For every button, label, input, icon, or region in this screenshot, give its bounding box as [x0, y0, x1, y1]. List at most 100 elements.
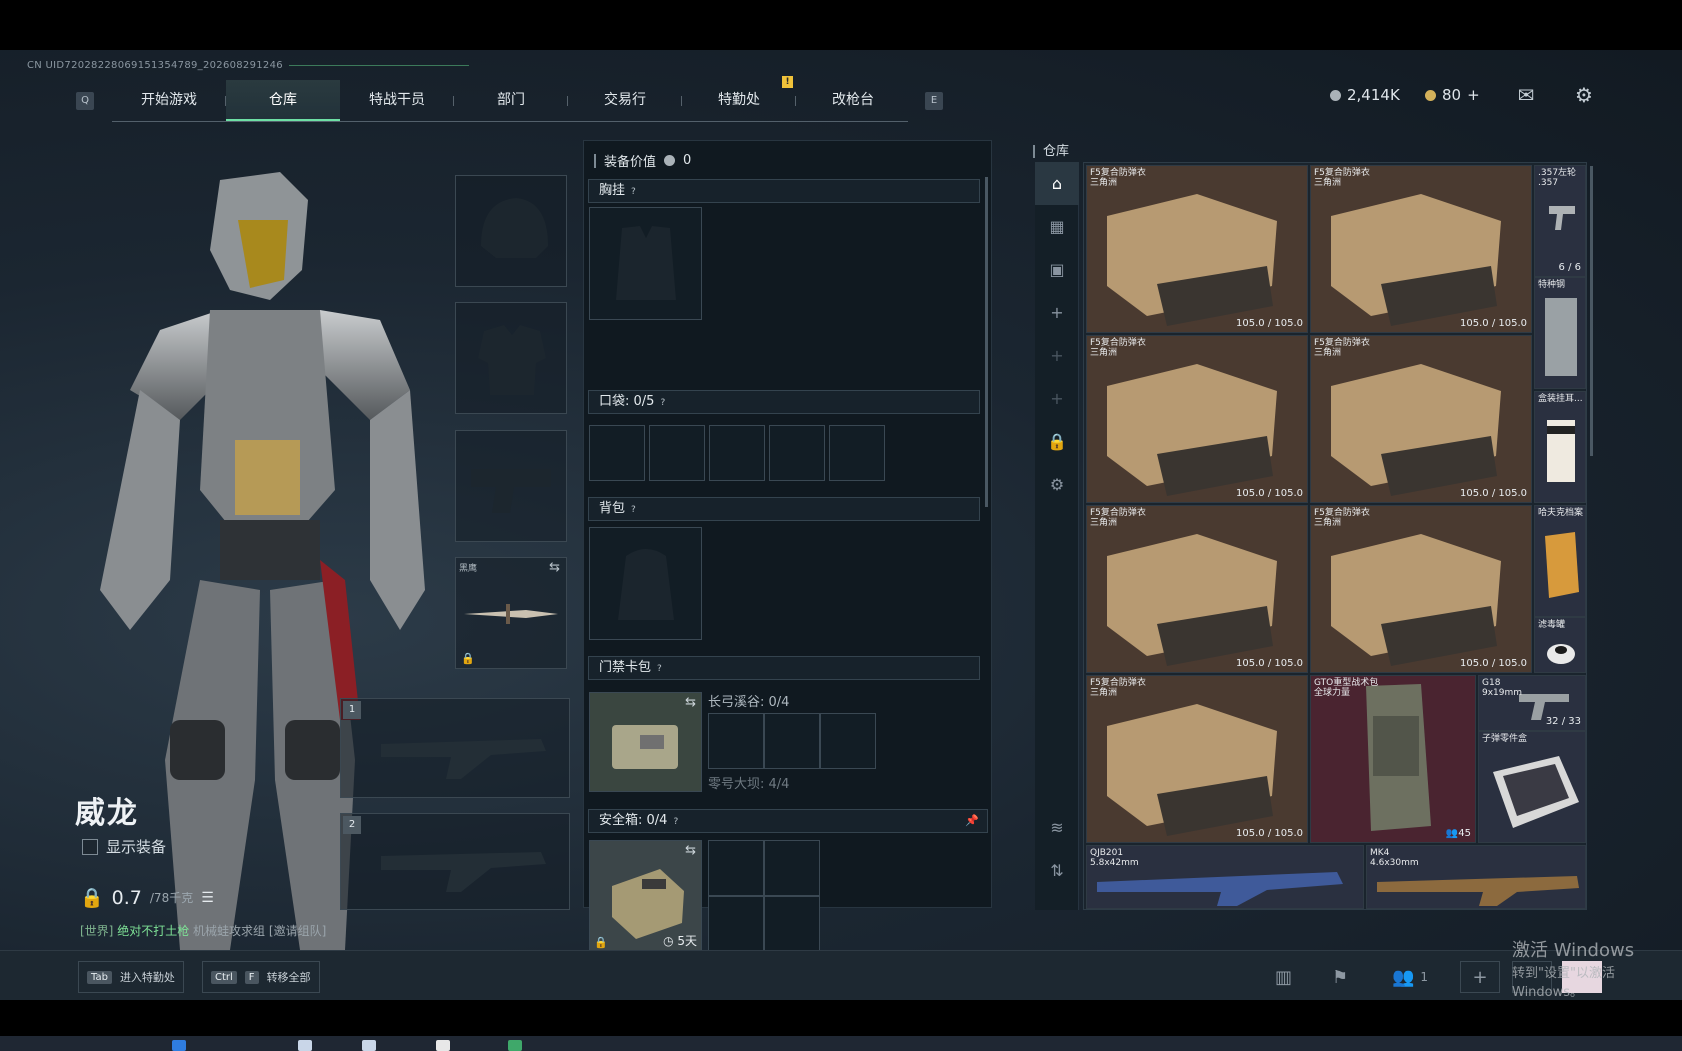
storage-item[interactable]: 特种钢: [1534, 277, 1586, 389]
tab-storage[interactable]: 仓库: [226, 80, 340, 121]
premium-balance[interactable]: 80 +: [1425, 86, 1480, 104]
storage-item[interactable]: 子弹零件盒: [1478, 731, 1586, 843]
body-armor-icon: [1107, 364, 1277, 496]
safe-box-grid-cell[interactable]: [708, 896, 764, 952]
mail-icon[interactable]: ✉: [1514, 84, 1538, 106]
safe-box-grid-cell[interactable]: [764, 840, 820, 896]
storage-item[interactable]: 滤毒罐: [1534, 617, 1586, 673]
backpack-slot[interactable]: [589, 527, 702, 640]
add-storage-tab-icon[interactable]: +: [1035, 291, 1079, 334]
keycard-slot[interactable]: [820, 713, 876, 769]
enter-special-ops-hint[interactable]: Tab 进入特勤处: [78, 961, 184, 993]
taskbar-app-icon[interactable]: [172, 1040, 186, 1051]
nav-prev-key[interactable]: Q: [76, 92, 94, 110]
safe-box-grid-cell[interactable]: [764, 896, 820, 952]
tab-operators[interactable]: 特战干员: [340, 80, 454, 121]
flag-icon[interactable]: ⚑: [1332, 961, 1348, 993]
primary-weapon-slot-1[interactable]: 1: [340, 698, 570, 798]
friends-icon[interactable]: 👥 1: [1392, 961, 1428, 993]
storage-item[interactable]: F5复合防弹衣 三角洲 105.0 / 105.0: [1086, 165, 1308, 333]
storage-tab-2-icon[interactable]: ▦: [1035, 205, 1079, 248]
safe-box-grid-cell[interactable]: [708, 840, 764, 896]
add-storage-tab-icon[interactable]: +: [1035, 377, 1079, 420]
taskbar-app-icon[interactable]: [298, 1040, 312, 1051]
help-icon[interactable]: ?: [631, 187, 636, 197]
primary-weapon-slot-2[interactable]: 2: [340, 813, 570, 910]
helmet-slot[interactable]: [455, 175, 567, 287]
pocket-slot[interactable]: [769, 425, 825, 481]
storage-home-icon[interactable]: ⌂: [1035, 162, 1079, 205]
pocket-slot[interactable]: [649, 425, 705, 481]
nav-next-key[interactable]: E: [925, 92, 943, 110]
swap-icon[interactable]: ⇆: [685, 843, 696, 858]
loadout-scrollbar[interactable]: [985, 177, 988, 507]
storage-item[interactable]: QJB201 5.8x42mm: [1086, 845, 1364, 909]
safe-box-slot[interactable]: ⇆ 🔒 ◷ 5天: [589, 840, 702, 953]
file-folder-icon: [1545, 532, 1579, 598]
sort-icon[interactable]: ⇅: [1035, 849, 1079, 892]
game-screen: CN UID72028228069151354789_202608291246 …: [0, 50, 1682, 1000]
storage-item[interactable]: F5复合防弹衣 三角洲 105.0 / 105.0: [1310, 165, 1532, 333]
help-icon[interactable]: ?: [673, 817, 678, 827]
tab-department[interactable]: 部门: [454, 80, 568, 121]
pistol-slot[interactable]: [455, 430, 567, 542]
chest-rig-slot[interactable]: [589, 207, 702, 320]
storage-item[interactable]: F5复合防弹衣 三角洲 105.0 / 105.0: [1086, 335, 1308, 503]
add-squad-button[interactable]: +: [1460, 961, 1500, 993]
add-currency-button[interactable]: +: [1467, 86, 1480, 104]
taskbar-app-icon[interactable]: [508, 1040, 522, 1051]
settings-gear-icon[interactable]: ⚙: [1035, 463, 1079, 506]
uid-label: CN UID72028228069151354789_202608291246: [27, 60, 469, 71]
melee-slot[interactable]: 黑鹰 ⇆ 🔒: [455, 557, 567, 669]
body-armor-icon: [1107, 534, 1277, 666]
transfer-all-hint[interactable]: Ctrl F 转移全部: [202, 961, 320, 993]
vest-silhouette-icon: [616, 226, 676, 300]
storage-item[interactable]: F5复合防弹衣 三角洲 105.0 / 105.0: [1310, 505, 1532, 673]
carry-weight: 🔒 0.7/78千克 ☰: [80, 886, 214, 910]
help-icon[interactable]: ?: [657, 664, 662, 674]
pocket-slot[interactable]: [589, 425, 645, 481]
taskbar-app-icon[interactable]: [436, 1040, 450, 1051]
help-icon[interactable]: ?: [631, 505, 636, 515]
coffee-box-icon: [1547, 420, 1575, 482]
list-icon[interactable]: ☰: [201, 890, 214, 906]
keycard-case-slot[interactable]: ⇆: [589, 692, 702, 792]
storage-item[interactable]: .357左轮 .357 6 / 6: [1534, 165, 1586, 277]
pin-icon[interactable]: 📌: [965, 810, 979, 832]
storage-item[interactable]: F5复合防弹衣 三角洲 105.0 / 105.0: [1310, 335, 1532, 503]
tab-special-ops[interactable]: 特勤处: [682, 80, 796, 121]
storage-item[interactable]: F5复合防弹衣 三角洲 105.0 / 105.0: [1086, 675, 1308, 843]
storage-item[interactable]: 盒装挂耳...: [1534, 391, 1586, 503]
premium-coin-icon: [1425, 89, 1436, 101]
storage-scrollbar[interactable]: [1590, 166, 1593, 456]
helmet-silhouette-icon: [481, 198, 548, 258]
stats-chart-icon[interactable]: ▥: [1275, 961, 1292, 993]
settings-gear-icon[interactable]: ⚙: [1572, 84, 1596, 106]
keycard-slot[interactable]: [708, 713, 764, 769]
show-equipment-toggle[interactable]: 显示装备: [82, 836, 166, 857]
pocket-slot[interactable]: [709, 425, 765, 481]
layers-icon[interactable]: ≋: [1035, 806, 1079, 849]
taskbar-app-icon[interactable]: [362, 1040, 376, 1051]
world-chat[interactable]: [世界] 绝对不打土枪 机械蛙攻求组 [邀请组队]: [80, 922, 326, 939]
windows-activation-title: 激活 Windows: [1512, 940, 1635, 961]
keycard-slot[interactable]: [764, 713, 820, 769]
storage-item[interactable]: MK4 4.6x30mm: [1366, 845, 1586, 909]
storage-item[interactable]: 哈夫克档案: [1534, 505, 1586, 617]
tab-gunsmith[interactable]: 改枪台: [796, 80, 910, 121]
loadout-panel: 装备价值 0 胸挂? 口袋: 0/5? 背包? 门禁卡包? ⇆ 长弓溪谷: 0/…: [583, 140, 992, 953]
armor-slot[interactable]: [455, 302, 567, 414]
swap-icon[interactable]: ⇆: [685, 695, 696, 710]
help-icon[interactable]: ?: [660, 398, 665, 408]
storage-item[interactable]: F5复合防弹衣 三角洲 105.0 / 105.0: [1086, 505, 1308, 673]
lock-icon[interactable]: 🔒: [1035, 420, 1079, 463]
add-storage-tab-icon[interactable]: +: [1035, 334, 1079, 377]
show-equipment-checkbox[interactable]: [82, 838, 98, 855]
storage-item[interactable]: GTO重型战术包 全球力量 👥45: [1310, 675, 1476, 843]
storage-tab-3-icon[interactable]: ▣: [1035, 248, 1079, 291]
tab-start-game[interactable]: 开始游戏: [112, 80, 226, 121]
backpack-silhouette-icon: [618, 549, 674, 620]
storage-item[interactable]: G18 9x19mm 32 / 33: [1478, 675, 1586, 731]
tab-trade[interactable]: 交易行: [568, 80, 682, 121]
pocket-slot[interactable]: [829, 425, 885, 481]
